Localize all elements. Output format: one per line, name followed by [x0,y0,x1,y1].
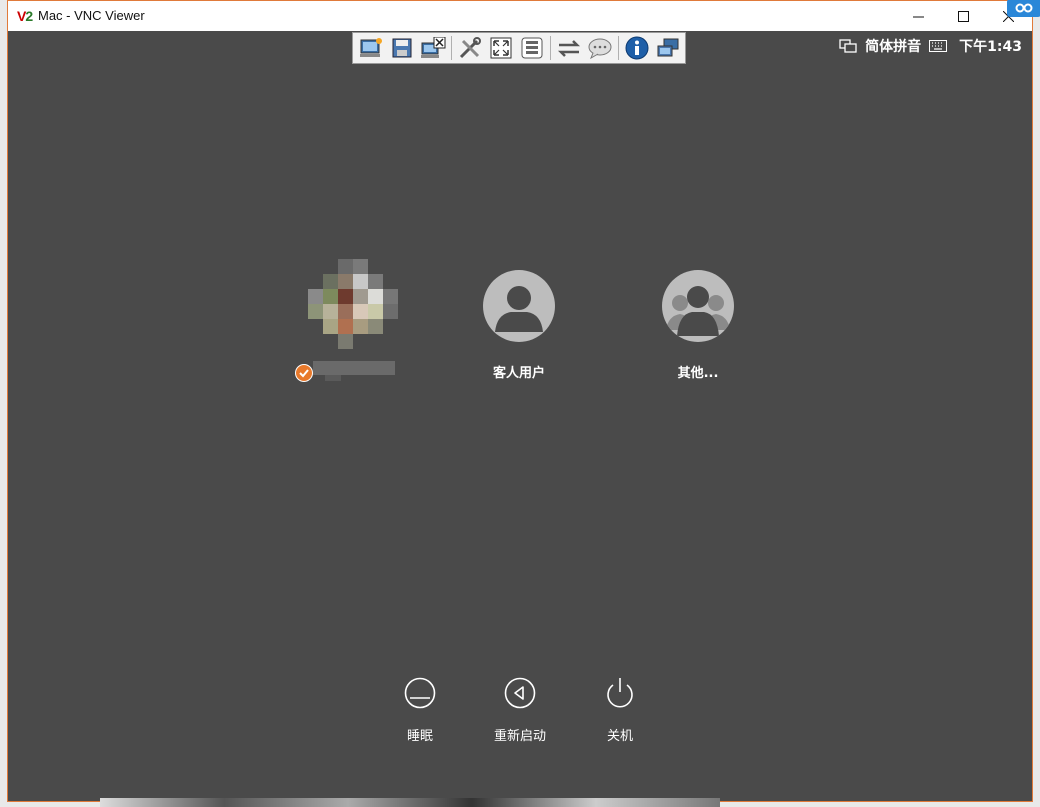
vnc-toolbar [352,32,686,64]
remote-screen[interactable]: 简体拼音 下午1:43 客人用户 其他... 睡眠 重新启动 关机 [8,31,1032,801]
guest-user-label: 客人用户 [492,366,545,381]
save-button[interactable] [388,35,415,61]
ctrl-alt-del-icon [521,37,542,59]
info-icon [625,36,648,60]
sleep-label: 睡眠 [406,729,433,744]
transfer-button[interactable] [555,35,582,61]
toolbar-separator [550,36,551,60]
full-screen-icon [490,37,511,59]
maximize-icon [958,10,969,22]
save-icon [392,38,411,58]
options-button[interactable] [456,35,483,61]
other-users-avatar-icon [662,270,734,342]
connections-button[interactable] [654,35,681,61]
ctrl-alt-del-button[interactable] [518,35,545,61]
input-method-label[interactable]: 简体拼音 [865,36,921,56]
sleep-icon [404,677,436,709]
restart-button[interactable]: 重新启动 [475,677,565,744]
title-bar: V2 Mac - VNC Viewer [8,0,1040,31]
maximize-button[interactable] [941,1,986,31]
info-button[interactable] [623,35,650,61]
chat-button[interactable] [586,35,613,61]
restart-label: 重新启动 [493,729,546,744]
other-users-label: 其他... [677,366,719,381]
keyboard-icon[interactable] [929,40,948,52]
chat-icon [588,38,611,59]
vnc-app-icon: V2 [17,8,33,24]
toolbar-separator [618,36,619,60]
selected-check-icon [295,364,313,382]
shutdown-label: 关机 [606,729,633,744]
user-account-other[interactable]: 其他... [628,270,768,381]
shutdown-button[interactable]: 关机 [575,677,665,744]
new-connection-icon [359,38,382,57]
sleep-button[interactable]: 睡眠 [375,677,465,744]
user-name-redacted [313,361,395,375]
close-connection-icon [420,37,445,58]
toolbar-separator [451,36,452,60]
full-screen-button[interactable] [487,35,514,61]
mac-menubar-status: 简体拼音 下午1:43 [831,37,1022,55]
close-connection-button[interactable] [419,35,446,61]
options-icon [459,37,481,59]
link-badge-icon[interactable] [1007,0,1040,17]
minimize-button[interactable] [896,1,941,31]
restart-icon [504,677,536,709]
desktop-background-strip [100,798,720,807]
minimize-icon [913,16,924,17]
user-account-guest[interactable]: 客人用户 [449,270,589,381]
user-account-1[interactable] [283,259,423,385]
connections-icon [657,38,678,57]
window-title: Mac - VNC Viewer [38,8,145,23]
guest-avatar-icon [483,270,555,342]
user-avatar-pixelated [308,259,398,349]
screen-mirror-icon[interactable] [839,39,857,53]
clock: 下午1:43 [959,39,1022,55]
power-icon [607,678,633,708]
vnc-viewer-window: V2 Mac - VNC Viewer 简体拼音 下午1:43 客人用户 其他.… [7,0,1040,802]
transfer-icon [557,40,580,57]
new-connection-button[interactable] [357,35,384,61]
